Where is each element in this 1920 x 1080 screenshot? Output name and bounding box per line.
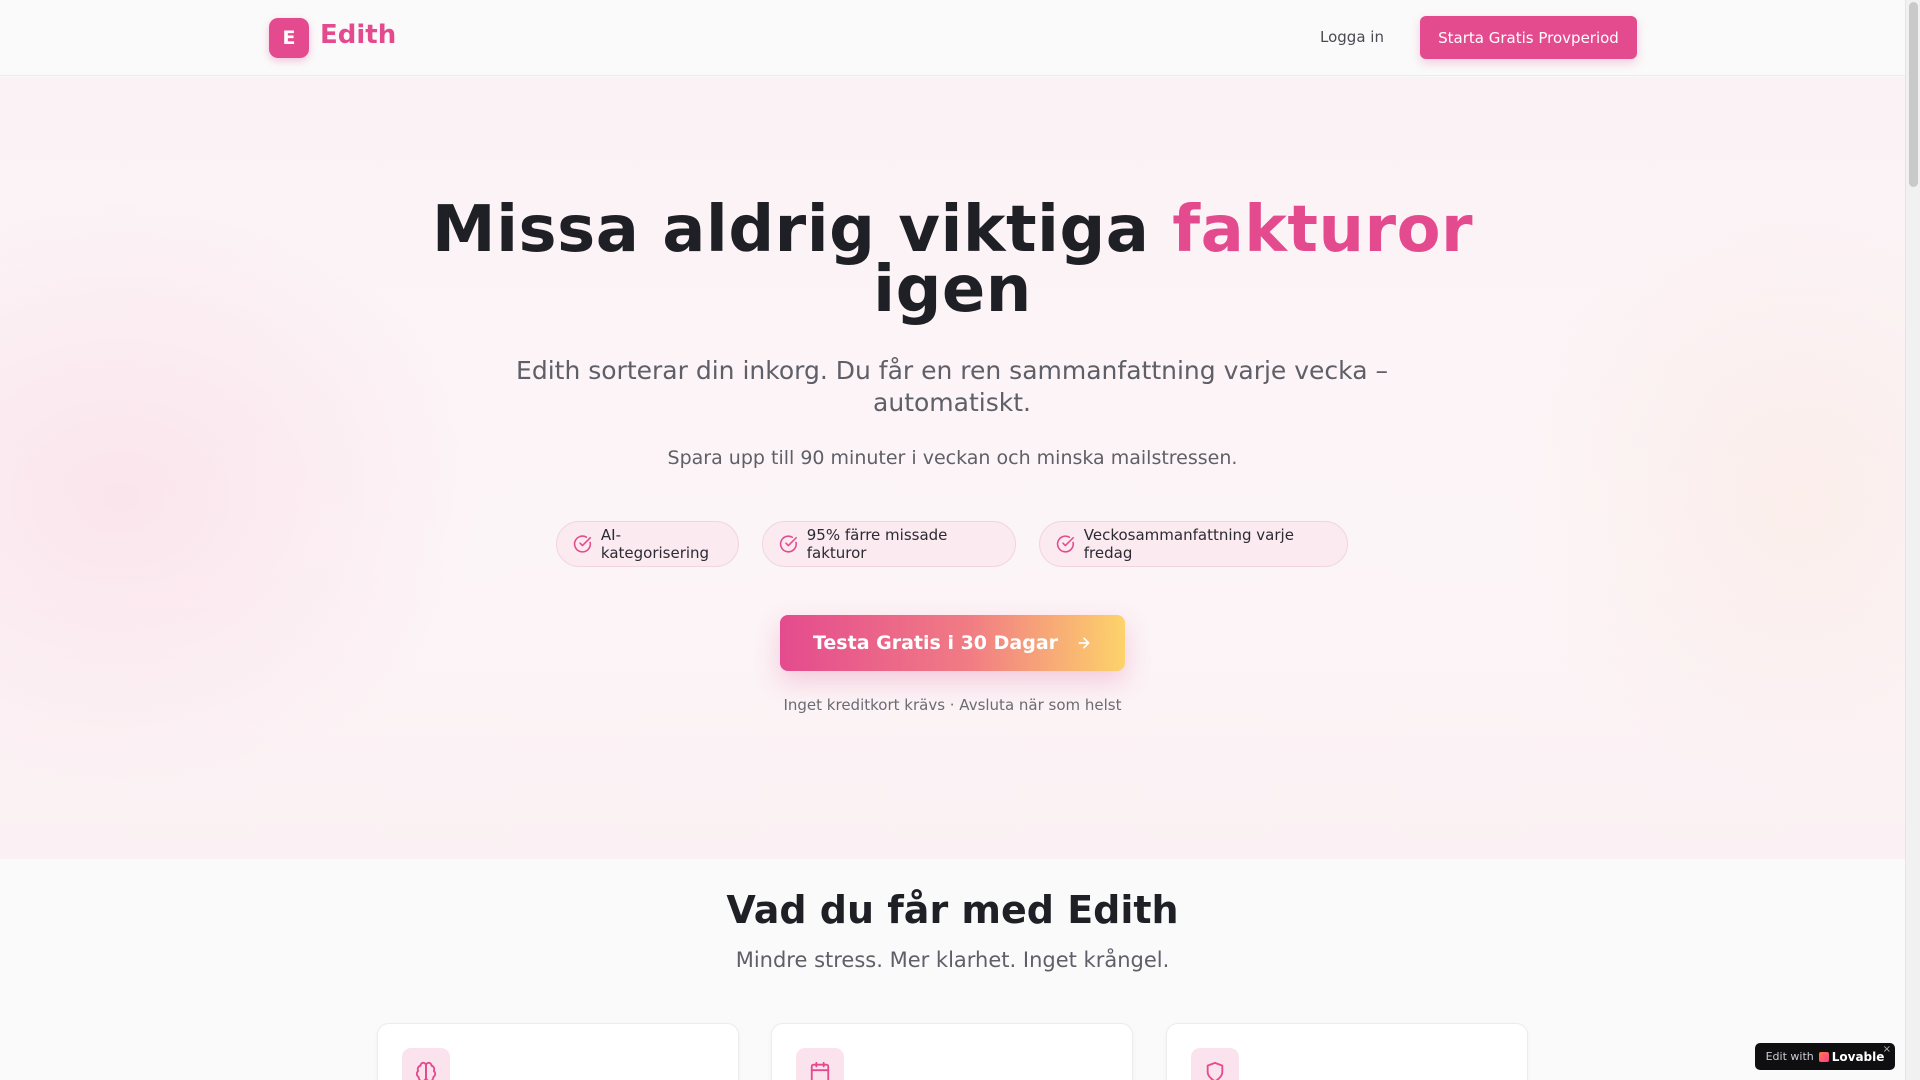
hero-subtitle: Edith sorterar din inkorg. Du får en ren… — [516, 356, 1388, 417]
scrollbar-thumb[interactable] — [1909, 2, 1918, 187]
try-free-button[interactable]: Testa Gratis i 30 Dagar — [780, 615, 1125, 671]
feature-card — [771, 1023, 1133, 1080]
shield-icon — [1206, 1061, 1224, 1080]
start-trial-button[interactable]: Starta Gratis Provperiod — [1420, 16, 1637, 59]
edit-with-lovable-badge[interactable]: Edit with Lovable × — [1755, 1043, 1895, 1070]
hero-title-part2: igen — [873, 253, 1032, 327]
badge-prefix: Edit with — [1765, 1050, 1814, 1063]
check-circle-icon — [779, 535, 797, 553]
pill-label: Veckosammanfattning varje fredag — [1083, 526, 1294, 562]
feature-pill-summary: Veckosammanfattning varje fredag — [1039, 521, 1348, 567]
badge-brand-label: Lovable — [1831, 1049, 1885, 1064]
check-circle-icon — [573, 535, 592, 553]
feature-pill-invoices: 95% färre missade fakturor — [762, 521, 1016, 567]
logo-mark[interactable]: E — [269, 18, 309, 58]
hero-title: Missa aldrig viktiga fakturor igen — [0, 198, 1905, 322]
brain-icon — [415, 1061, 437, 1080]
login-link[interactable]: Logga in — [1320, 28, 1384, 46]
arrow-right-icon — [1078, 637, 1090, 649]
cta-footnote: Inget kreditkort krävs · Avsluta när som… — [783, 696, 1122, 714]
close-icon[interactable]: × — [1883, 1044, 1891, 1055]
feature-pill-ai: AI-kategorisering — [556, 521, 739, 567]
hero-title-accent: fakturor — [1172, 193, 1474, 267]
features-subtitle: Mindre stress. Mer klarhet. Inget krånge… — [735, 948, 1170, 972]
check-circle-icon — [1056, 535, 1074, 553]
feature-card — [377, 1023, 739, 1080]
features-title: Vad du får med Edith — [726, 888, 1179, 932]
hero-section: Missa aldrig viktiga fakturor igen Edith… — [0, 77, 1905, 859]
lovable-logo-icon — [1818, 1051, 1829, 1062]
hero-note: Spara upp till 90 minuter i veckan och m… — [667, 447, 1238, 469]
badge-brand: Lovable — [1818, 1049, 1885, 1064]
try-free-label: Testa Gratis i 30 Dagar — [812, 632, 1059, 654]
page-scrollbar[interactable] — [1905, 0, 1920, 1080]
feature-card — [1166, 1023, 1528, 1080]
site-header: E Edith Logga in Starta Gratis Provperio… — [0, 0, 1905, 76]
calendar-icon — [810, 1061, 830, 1080]
pill-label: 95% färre missade fakturor — [806, 526, 948, 562]
hero-title-part1: Missa aldrig viktiga — [431, 193, 1173, 267]
pill-label: AI-kategorisering — [600, 526, 710, 562]
brand-name[interactable]: Edith — [320, 20, 396, 50]
